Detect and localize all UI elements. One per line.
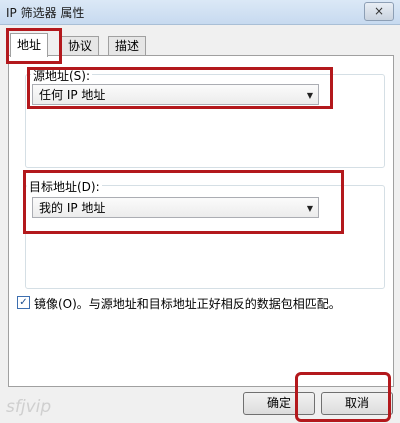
destination-address-dropdown[interactable]: 我的 IP 地址 ▼ bbox=[32, 197, 319, 218]
source-address-label: 源地址(S): bbox=[31, 67, 93, 84]
watermark: sfjvip bbox=[6, 397, 52, 417]
destination-address-label: 目标地址(D): bbox=[27, 178, 102, 195]
tab-protocol[interactable]: 协议 bbox=[61, 36, 100, 56]
source-address-dropdown[interactable]: 任何 IP 地址 ▼ bbox=[32, 84, 319, 105]
mirror-checkbox-label[interactable]: 镜像(O)。与源地址和目标地址正好相反的数据包相匹配。 bbox=[34, 295, 341, 312]
checkmark-icon: ✓ bbox=[19, 297, 28, 308]
tab-panel: 源地址(S): 任何 IP 地址 ▼ 目标地址(D): 我的 IP 地址 ▼ ✓… bbox=[8, 55, 394, 387]
close-icon: × bbox=[373, 4, 385, 18]
chevron-down-icon: ▼ bbox=[306, 204, 313, 213]
source-address-value: 任何 IP 地址 bbox=[39, 88, 106, 102]
destination-address-value: 我的 IP 地址 bbox=[39, 201, 106, 215]
cancel-button[interactable]: 取消 bbox=[321, 392, 393, 415]
title-bar: IP 筛选器 属性 × bbox=[0, 0, 400, 25]
close-button[interactable]: × bbox=[364, 2, 394, 21]
window-title: IP 筛选器 属性 bbox=[6, 6, 85, 20]
tab-description[interactable]: 描述 bbox=[108, 36, 147, 56]
mirror-checkbox[interactable]: ✓ bbox=[17, 296, 30, 309]
tab-address[interactable]: 地址 bbox=[10, 33, 49, 57]
ok-button[interactable]: 确定 bbox=[243, 392, 315, 415]
chevron-down-icon: ▼ bbox=[306, 91, 313, 100]
